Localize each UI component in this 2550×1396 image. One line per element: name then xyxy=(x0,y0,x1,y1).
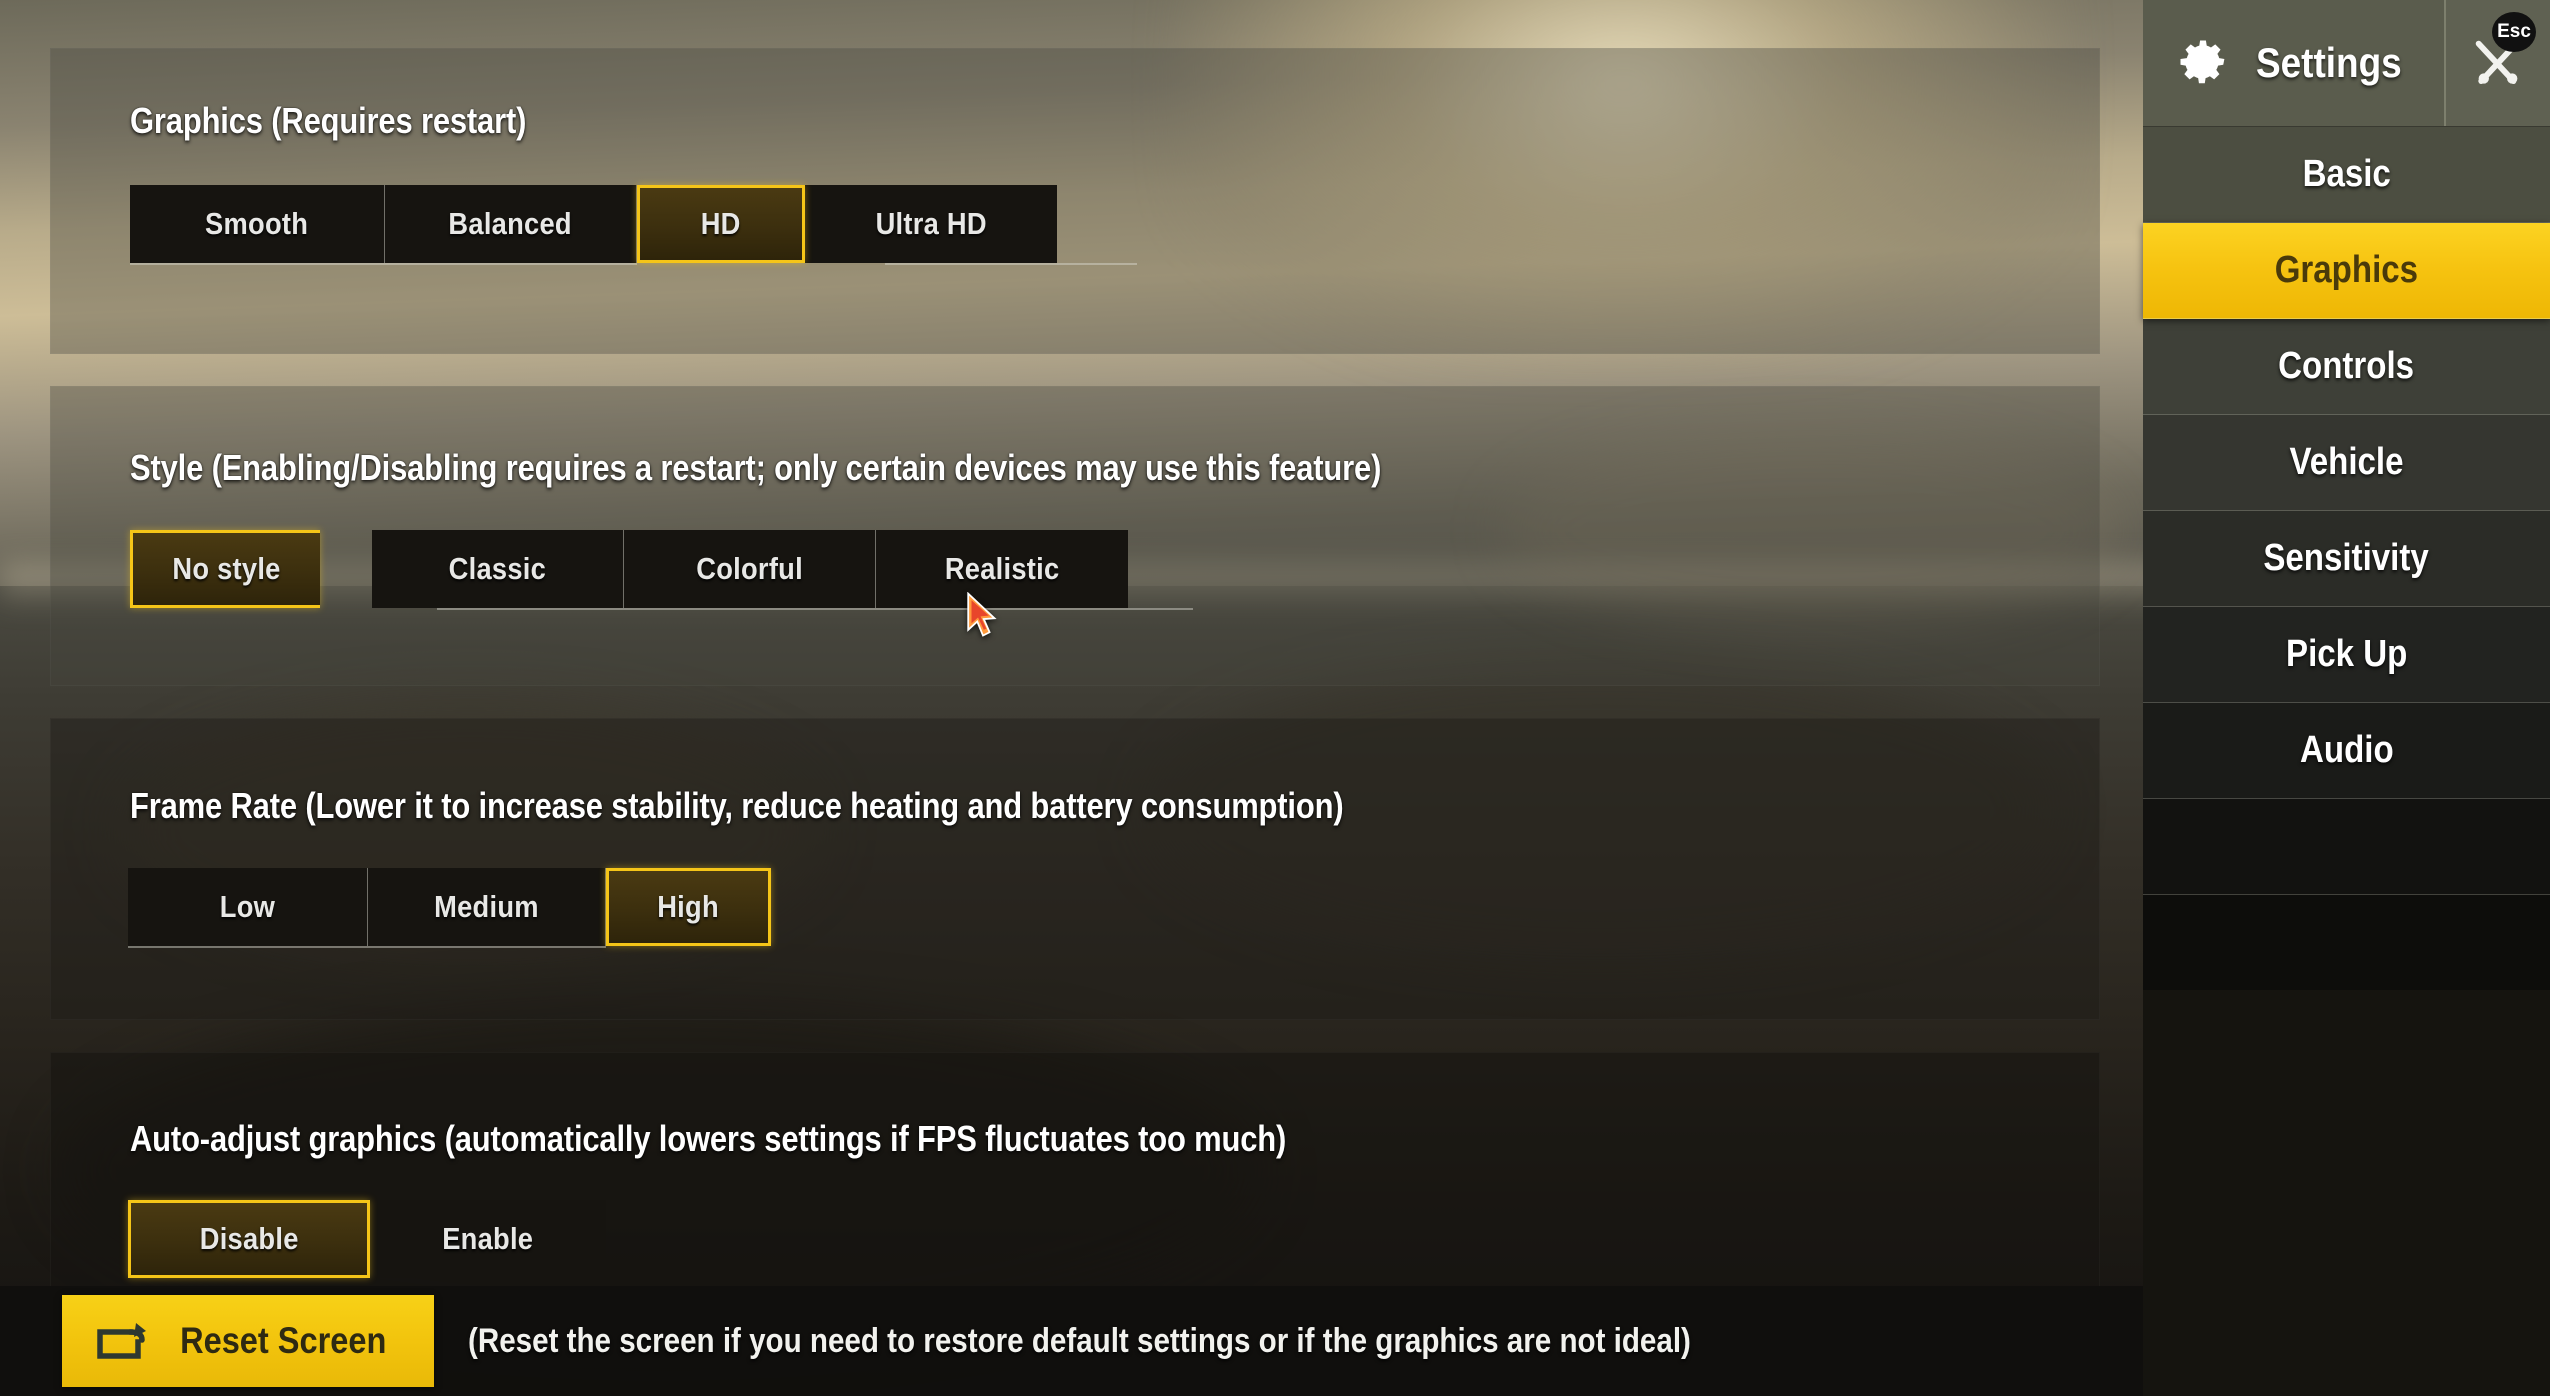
option-group-auto-adjust: Disable Enable xyxy=(128,1200,606,1278)
sidebar-filler xyxy=(2143,895,2550,990)
gear-icon xyxy=(2176,36,2230,90)
pubg-settings-screen: Graphics (Requires restart) Smooth Balan… xyxy=(0,0,2550,1396)
settings-content: Graphics (Requires restart) Smooth Balan… xyxy=(0,0,2143,1396)
close-settings-button[interactable]: Esc xyxy=(2444,0,2550,126)
reset-screen-icon xyxy=(96,1320,148,1362)
reset-screen-note: (Reset the screen if you need to restore… xyxy=(468,1321,1691,1360)
option-group-style: No style Classic Colorful Realistic xyxy=(130,530,1128,608)
option-group-graphics: Smooth Balanced HD Ultra HD xyxy=(130,185,1057,263)
option-frame-rate-medium[interactable]: Medium xyxy=(368,868,606,946)
sidebar-item-graphics[interactable]: Graphics xyxy=(2143,223,2550,319)
sidebar-item-pick-up[interactable]: Pick Up xyxy=(2143,607,2550,703)
option-group-style-gap xyxy=(320,530,372,608)
sidebar-item-vehicle[interactable]: Vehicle xyxy=(2143,415,2550,511)
option-style-realistic[interactable]: Realistic xyxy=(876,530,1128,608)
option-group-frame-rate: Low Medium High xyxy=(128,868,771,946)
section-heading-graphics: Graphics (Requires restart) xyxy=(130,100,527,141)
option-graphics-smooth[interactable]: Smooth xyxy=(130,185,385,263)
sidebar-item-label: Vehicle xyxy=(2289,441,2404,483)
sidebar-item-label: Audio xyxy=(2299,729,2394,771)
sidebar-item-controls[interactable]: Controls xyxy=(2143,319,2550,415)
option-group-graphics-underline-2 xyxy=(885,263,1137,265)
sidebar-title: Settings xyxy=(2255,39,2402,86)
option-group-graphics-underline xyxy=(130,263,637,265)
option-graphics-ultra-hd[interactable]: Ultra HD xyxy=(805,185,1057,263)
esc-key-badge: Esc xyxy=(2492,12,2536,52)
sidebar-item-audio[interactable]: Audio xyxy=(2143,703,2550,799)
option-auto-adjust-enable[interactable]: Enable xyxy=(370,1200,606,1278)
reset-screen-bar: Reset Screen (Reset the screen if you ne… xyxy=(0,1286,2143,1396)
sidebar-item-label: Controls xyxy=(2278,345,2415,387)
sidebar-item-label: Graphics xyxy=(2274,249,2419,291)
option-auto-adjust-disable[interactable]: Disable xyxy=(128,1200,370,1278)
option-graphics-balanced[interactable]: Balanced xyxy=(385,185,637,263)
sidebar-item-basic[interactable]: Basic xyxy=(2143,127,2550,223)
option-group-frame-rate-underline xyxy=(128,946,606,948)
sidebar-item-label: Pick Up xyxy=(2285,633,2408,675)
option-style-no-style[interactable]: No style xyxy=(130,530,320,608)
reset-screen-label: Reset Screen xyxy=(179,1320,387,1361)
option-frame-rate-high[interactable]: High xyxy=(606,868,771,946)
section-heading-frame-rate: Frame Rate (Lower it to increase stabili… xyxy=(130,785,1344,826)
sidebar-title-group: Settings xyxy=(2143,0,2444,126)
sidebar-item-sensitivity[interactable]: Sensitivity xyxy=(2143,511,2550,607)
sidebar-item-label: Sensitivity xyxy=(2263,537,2430,579)
sidebar-item-empty[interactable] xyxy=(2143,799,2550,895)
reset-screen-button[interactable]: Reset Screen xyxy=(62,1295,434,1387)
option-style-colorful[interactable]: Colorful xyxy=(624,530,876,608)
section-heading-auto-adjust: Auto-adjust graphics (automatically lowe… xyxy=(130,1118,1287,1159)
option-frame-rate-low[interactable]: Low xyxy=(128,868,368,946)
sidebar-header: Settings Esc xyxy=(2143,0,2550,127)
option-graphics-hd[interactable]: HD xyxy=(637,185,805,263)
option-style-classic[interactable]: Classic xyxy=(372,530,624,608)
option-group-style-underline xyxy=(437,608,1193,610)
section-heading-style: Style (Enabling/Disabling requires a res… xyxy=(130,447,1382,488)
settings-sidebar: Settings Esc Basic Graphics Controls Veh… xyxy=(2143,0,2550,1396)
sidebar-item-label: Basic xyxy=(2302,153,2391,195)
